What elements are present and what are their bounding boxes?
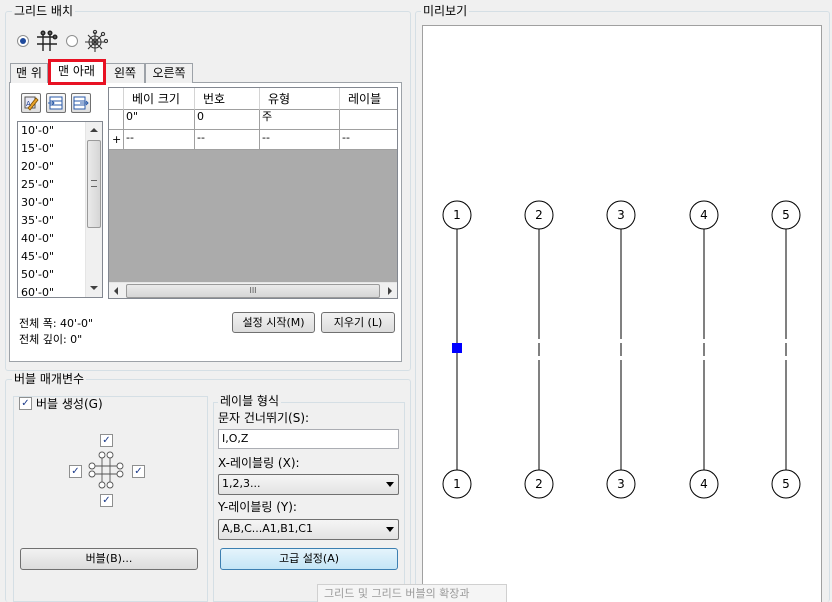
hscroll-thumb[interactable]: III [126,284,380,298]
x-labeling-value: 1,2,3... [222,477,261,490]
grid-bubble-label: 3 [617,208,625,222]
bubble-left-checkbox[interactable]: ✓ [69,465,82,478]
table-cell[interactable]: -- [260,130,340,150]
x-labeling-select[interactable]: 1,2,3... [218,474,399,495]
total-depth-label: 전체 깊이: 0" [19,333,83,346]
bubble-bottom-checkbox[interactable]: ✓ [100,494,113,507]
clear-button[interactable]: 지우기 (L) [321,312,395,333]
grid-bubble-label: 2 [535,208,543,222]
create-bubble-checkbox[interactable]: ✓ [19,397,32,410]
tab-right[interactable]: 오른쪽 [145,63,193,83]
grid-layout-title: 그리드 배치 [12,4,76,18]
grid-bubble-label: 1 [453,477,461,491]
scroll-up-arrow-icon[interactable] [90,128,98,132]
start-setup-button[interactable]: 설정 시작(M) [232,312,315,333]
grid-bubble-label: 4 [700,477,708,491]
rect-grid-radio[interactable] [17,35,29,47]
scroll-down-arrow-icon[interactable] [90,286,98,290]
insert-row-icon [48,96,63,110]
scroll-right-arrow-icon[interactable] [388,287,392,295]
list-scrollbar[interactable] [85,122,102,297]
column-header[interactable]: 레이블 [340,88,397,110]
pencil-icon: A [24,96,39,111]
table-cell[interactable]: -- [195,130,260,150]
bubble-layout-icon [88,451,124,489]
grid-bubble-label: 5 [782,477,790,491]
skip-chars-label: 문자 건너뛰기(S): [218,411,310,425]
column-header[interactable]: 번호 [195,88,260,110]
svg-text:A: A [26,100,31,108]
table-cell[interactable] [340,110,397,130]
label-format-title: 레이블 형식 [218,394,282,408]
table-cell[interactable]: 0" [124,110,195,130]
x-labeling-label: X-레이블링 (X): [218,456,300,470]
tab-highlight-box [48,59,106,85]
grid-bubble-label: 4 [700,208,708,222]
append-row-icon [73,96,89,110]
grid-bubble-label: 3 [617,477,625,491]
grip-handle [452,343,462,353]
y-labeling-label: Y-레이블링 (Y): [218,500,297,514]
grid-preview-drawing: 1 2 3 4 5 1 2 3 4 5 [442,200,801,499]
row-marker: + [109,130,124,150]
row-header-corner [109,88,124,110]
row-marker [109,110,124,130]
chevron-down-icon [386,527,394,532]
bubble-button[interactable]: 버블(B)... [20,548,198,570]
append-row-button[interactable] [71,93,91,113]
chevron-down-icon [386,482,394,487]
advanced-settings-button[interactable]: 고급 설정(A) [220,548,398,570]
insert-row-button[interactable] [46,93,66,113]
skip-chars-input[interactable]: I,O,Z [218,429,399,449]
scroll-left-arrow-icon[interactable] [114,287,118,295]
bubble-top-checkbox[interactable]: ✓ [100,434,113,447]
radial-grid-icon [85,29,108,52]
column-header[interactable]: 베이 크기 [124,88,195,110]
edit-row-button[interactable]: A [21,93,41,113]
create-bubble-label: 버블 생성(G) [36,397,105,411]
total-width-label: 전체 폭: 40'-0" [19,317,94,330]
tooltip: 그리드 및 그리드 버블의 확장과 [317,584,507,602]
bubble-params-title: 버블 매개변수 [12,372,87,386]
column-header[interactable]: 유형 [260,88,340,110]
grid-bubble-label: 2 [535,477,543,491]
bubble-right-checkbox[interactable]: ✓ [132,465,145,478]
table-cell[interactable]: 주 [260,110,340,130]
radial-grid-radio[interactable] [66,35,78,47]
table-hscrollbar[interactable]: III [109,282,397,298]
grid-bubble-label: 5 [782,208,790,222]
bay-grid-table[interactable]: 베이 크기 번호 유형 레이블 0" 0 주 + -- -- -- -- III [108,87,398,299]
bay-size-list[interactable]: 10'-0" 15'-0" 20'-0" 25'-0" 30'-0" 35'-0… [17,121,103,299]
thumb-grip-icon [91,180,97,187]
y-labeling-value: A,B,C...A1,B1,C1 [222,522,313,535]
table-cell[interactable]: 0 [195,110,260,130]
y-labeling-select[interactable]: A,B,C...A1,B1,C1 [218,519,399,540]
preview-title: 미리보기 [421,4,470,18]
rectangular-grid-icon [37,30,58,51]
table-cell[interactable]: -- [124,130,195,150]
grid-bubble-label: 1 [453,208,461,222]
tab-left[interactable]: 왼쪽 [105,63,145,83]
tab-top[interactable]: 맨 위 [10,63,48,83]
table-cell[interactable]: -- [340,130,397,150]
